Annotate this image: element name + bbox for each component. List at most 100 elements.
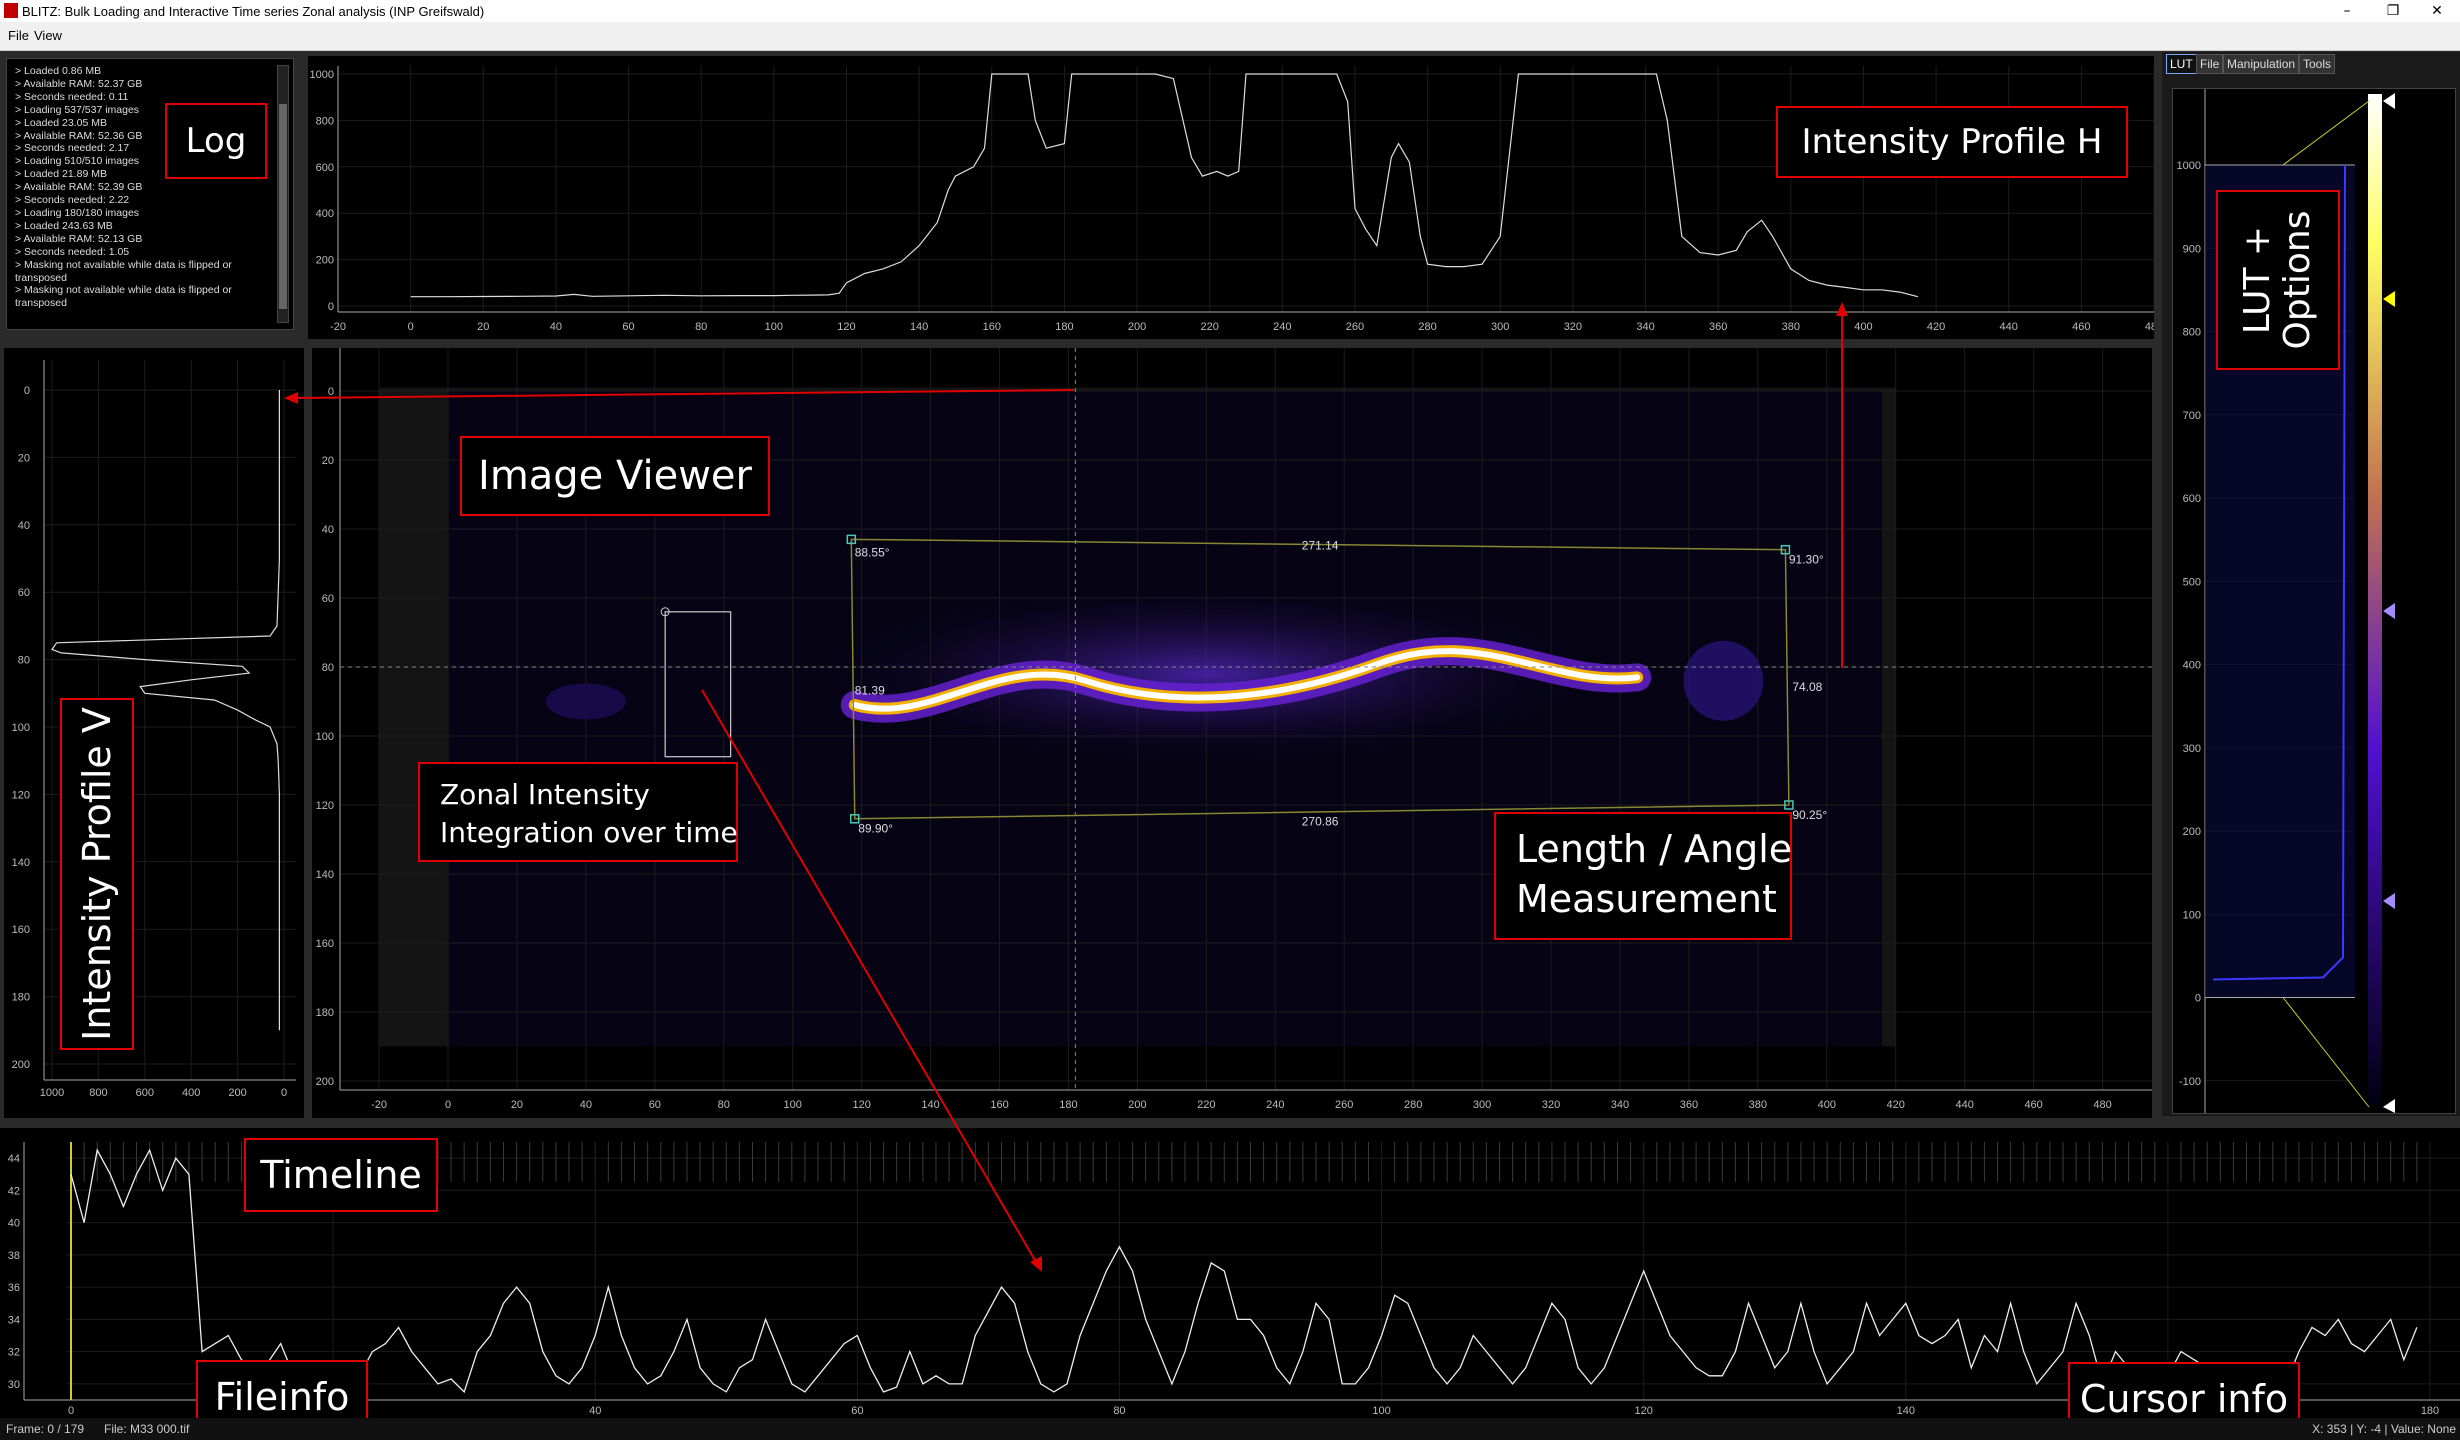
x-tick-label: 100: [1372, 1405, 1390, 1417]
x-tick-label: 480: [2093, 1099, 2111, 1111]
annotation-lut: LUT + Options: [2216, 190, 2340, 370]
lut-tick-label: 300: [2183, 743, 2201, 755]
x-tick-label: 140: [910, 321, 928, 333]
x-tick-label: 20: [477, 321, 489, 333]
log-line: > Loaded 0.86 MB: [15, 65, 102, 77]
x-tick-label: 440: [2000, 321, 2018, 333]
y-tick-label: 140: [12, 857, 30, 869]
x-tick-label: 100: [765, 321, 783, 333]
y-tick-label: 0: [328, 301, 334, 313]
log-line: transposed: [15, 271, 67, 284]
measurement-length-right: 74.08: [1792, 680, 1822, 694]
measurement-angle-bl: 89.90°: [858, 822, 893, 836]
close-icon[interactable]: ✕: [2414, 0, 2460, 22]
intensity-profile-v-plot[interactable]: 0 20 40 60 80 100 120 140 160 180 200 1000 800 600 400…: [4, 348, 304, 1118]
lut-tick-label: 200: [2183, 826, 2201, 838]
plot-background: [4, 348, 304, 1118]
measurement-angle-tl: 88.55°: [855, 546, 890, 560]
frame-info: Frame: 0 / 179: [6, 1422, 85, 1436]
x-tick-label: 0: [445, 1099, 451, 1111]
x-tick-label: 60: [851, 1405, 863, 1417]
y-tick-label: 36: [8, 1282, 20, 1294]
tab-file[interactable]: File: [2196, 54, 2224, 74]
intensity-profile-v-panel[interactable]: 0 20 40 60 80 100 120 140 160 180 200 1000 800 600 400…: [4, 348, 304, 1118]
x-tick-label: 40: [550, 321, 562, 333]
intensity-profile-h-plot[interactable]: -20 0 20 40 60 80 100 120 140 160 180 200 220 240 260 2…: [308, 56, 2163, 339]
x-tick-label: 80: [718, 1099, 730, 1111]
plasma-glow: [806, 583, 1607, 764]
y-tick-label: 60: [322, 593, 334, 605]
x-tick-label: 400: [182, 1087, 200, 1099]
x-tick-label: 40: [589, 1405, 601, 1417]
log-scroll-thumb[interactable]: [279, 104, 287, 309]
x-tick-label: 100: [784, 1099, 802, 1111]
menu-file[interactable]: File: [8, 28, 29, 43]
x-tick-label: 360: [1709, 321, 1727, 333]
y-tick-label: 0: [328, 386, 334, 398]
x-tick-label: 280: [1418, 321, 1436, 333]
intensity-profile-h-panel[interactable]: -20 0 20 40 60 80 100 120 140 160 180 200 220 240 260 2…: [308, 56, 2163, 339]
x-tick-label: -20: [330, 321, 346, 333]
x-tick-label: 460: [2072, 321, 2090, 333]
y-tick-label: 38: [8, 1250, 20, 1262]
x-tick-label: 80: [1113, 1405, 1125, 1417]
log-line: > Masking not available while data is fl…: [15, 284, 232, 297]
x-tick-label: 200: [228, 1087, 246, 1099]
lut-tick-label: 0: [2195, 993, 2201, 1005]
log-line: > Loading 180/180 images: [15, 206, 140, 219]
x-tick-label: 40: [580, 1099, 592, 1111]
tab-manipulation[interactable]: Manipulation: [2223, 54, 2300, 74]
y-tick-label: 160: [12, 924, 30, 936]
measurement-angle-br: 90.25°: [1792, 808, 1827, 822]
x-tick-label: 180: [1059, 1099, 1077, 1111]
status-bar: Frame: 0 / 179 File: M33 000.tif X: 353 …: [0, 1418, 2460, 1440]
x-tick-label: 140: [921, 1099, 939, 1111]
lut-handle-yellow: [2383, 291, 2395, 307]
log-scrollbar[interactable]: [277, 65, 289, 323]
y-tick-label: 40: [322, 524, 334, 536]
x-tick-label: 340: [1611, 1099, 1629, 1111]
y-tick-label: 60: [18, 587, 30, 599]
annotation-length-angle: Length / Angle Measurement: [1494, 812, 1792, 940]
tab-lut[interactable]: LUT: [2166, 54, 2197, 74]
lut-tick-label: 1000: [2177, 160, 2201, 172]
log-line: > Loaded 243.63 MB: [15, 219, 113, 232]
y-tick-label: 120: [12, 789, 30, 801]
plasma-spot: [1683, 640, 1764, 721]
annotation-length-line1: Length / Angle: [1516, 827, 1793, 871]
x-tick-label: 120: [1634, 1405, 1652, 1417]
lut-handle-bottom: [2383, 1099, 2395, 1113]
x-tick-label: 120: [852, 1099, 870, 1111]
log-line: > Seconds needed: 2.22: [15, 194, 130, 207]
minimize-icon[interactable]: –: [2324, 0, 2370, 22]
x-tick-label: 60: [622, 321, 634, 333]
x-tick-label: 440: [1956, 1099, 1974, 1111]
plot-background: [308, 56, 2154, 339]
x-tick-label: 220: [1201, 321, 1219, 333]
lut-tick-label: 600: [2183, 493, 2201, 505]
x-tick-label: 380: [1749, 1099, 1767, 1111]
y-tick-label: 180: [12, 992, 30, 1004]
title-bar: BLITZ: Bulk Loading and Interactive Time…: [0, 0, 2460, 22]
y-tick-label: 42: [8, 1185, 20, 1197]
x-tick-label: 260: [1346, 321, 1364, 333]
x-tick-label: 400: [1818, 1099, 1836, 1111]
lut-handle-violet: [2383, 603, 2395, 619]
x-tick-label: 480: [2145, 321, 2154, 333]
file-info: File: M33 000.tif: [104, 1422, 190, 1436]
x-tick-label: 300: [1491, 321, 1509, 333]
annotation-profile-v-text: Intensity Profile V: [75, 707, 119, 1041]
x-tick-label: 200: [1128, 1099, 1146, 1111]
tab-tools[interactable]: Tools: [2299, 54, 2336, 74]
x-tick-label: 60: [649, 1099, 661, 1111]
y-tick-label: 44: [8, 1153, 20, 1165]
y-tick-label: 200: [316, 255, 334, 267]
log-line: > Seconds needed: 1.05: [15, 245, 130, 258]
menu-view[interactable]: View: [34, 28, 62, 43]
annotation-timeline: Timeline: [244, 1138, 438, 1212]
x-tick-label: 320: [1542, 1099, 1560, 1111]
x-tick-label: 180: [1055, 321, 1073, 333]
x-tick-label: 160: [983, 321, 1001, 333]
restore-icon[interactable]: ❐: [2370, 0, 2416, 22]
x-tick-label: 0: [281, 1087, 287, 1099]
